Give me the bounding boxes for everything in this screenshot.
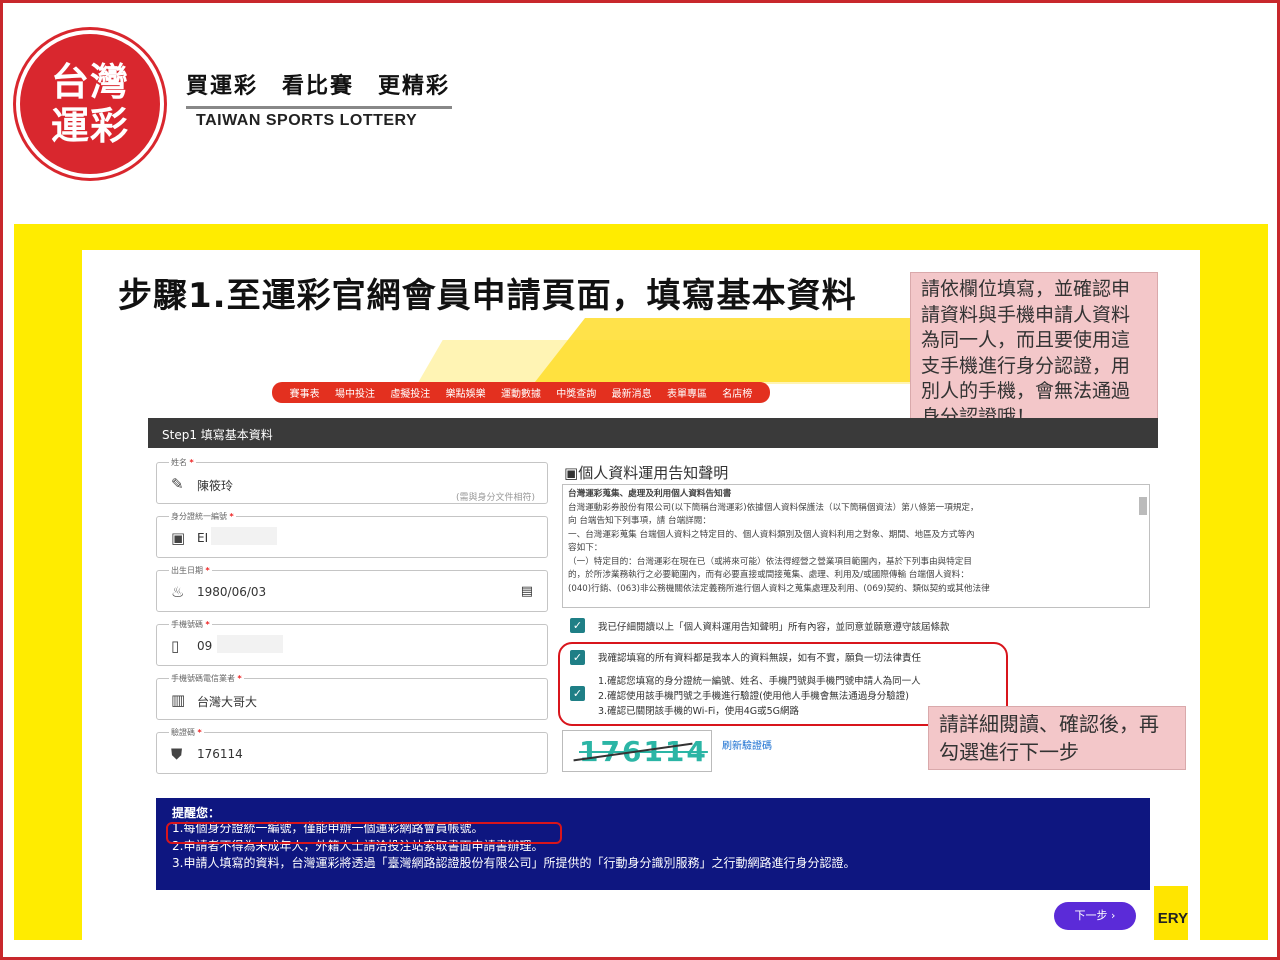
taiwan-lottery-logo: 台灣 運彩: [16, 30, 164, 178]
phone-value: 09: [197, 639, 213, 653]
phone-icon: ▯: [171, 637, 180, 655]
privacy-line: (040)行銷、(063)非公務機關依法定義務所進行個人資料之蒐集處理及利用、(…: [568, 583, 990, 594]
privacy-line: 向 台端告知下列事項，請 台端詳閱：: [568, 516, 711, 526]
privacy-line: （一）特定目的：台灣運彩在現在已（或將來可能）依法得經營之營業項目範圍內，基於下…: [568, 556, 972, 567]
pencil-icon: ✎: [171, 475, 184, 493]
reminder-title: 提醒您：: [172, 806, 221, 820]
reminder-panel: 提醒您： 1.每個身分證統一編號，僅能申辦一個運彩網路會員帳號。 2.申請者不得…: [156, 798, 1150, 890]
confirm-item: 2.確認使用該手機門號之手機進行驗證(使用他人手機會無法通過身分驗證): [598, 691, 909, 702]
logo-line-2: 運彩: [50, 103, 129, 148]
captcha-image: 176114: [562, 730, 712, 772]
field-label: 驗證碼: [171, 728, 195, 737]
carrier-field[interactable]: 手機號碼電信業者 * ▥ 台灣大哥大: [156, 673, 548, 720]
confirm-item: 3.確認已關閉該手機的Wi-Fi，使用4G或5G網路: [598, 706, 800, 717]
privacy-line: 一、台灣運彩蒐集 台端個人資料之特定目的、個人資料類別及個人資料利用之對象、期間…: [568, 529, 975, 540]
step-header-bar: Step1 填寫基本資料: [148, 418, 1158, 448]
name-value: 陳筱玲: [197, 479, 234, 493]
confirm-item: 1.確認您填寫的身分證統一編號、姓名、手機門號與手機門號申請人為同一人: [598, 676, 921, 687]
reminder-line: 3.申請人填寫的資料，台灣運彩將透過「臺灣網路認證股份有限公司」所提供的「行動身…: [172, 856, 856, 870]
privacy-line: 的，於所涉業務執行之必要範圍內，而有必要直接或間接蒐集、處理、利用及/或國際傳輸…: [568, 570, 969, 580]
highlight-box: [166, 822, 562, 844]
name-field[interactable]: 姓名 * ✎ 陳筱玲 (需與身分文件相符): [156, 457, 548, 504]
main-nav: 賽事表 場中投注 虛擬投注 樂點娛樂 運動數據 中獎查詢 最新消息 表單專區 名…: [272, 382, 770, 403]
nav-item[interactable]: 樂點娛樂: [446, 385, 486, 400]
privacy-text-box[interactable]: 台灣運彩蒐集、處理及利用個人資料告知書 台灣運動彩券股份有限公司(以下簡稱台灣運…: [562, 484, 1150, 608]
building-icon: ▥: [171, 691, 186, 709]
id-number-value: EI: [197, 531, 209, 545]
field-label: 出生日期: [171, 566, 203, 575]
slogan: 買運彩 看比賽 更精彩: [186, 68, 452, 109]
field-label: 手機號碼: [171, 620, 203, 629]
captcha-value: 176114: [197, 747, 243, 761]
id-card-icon: ▣: [171, 529, 186, 547]
slogan-english: TAIWAN SPORTS LOTTERY: [196, 112, 418, 129]
agree-privacy-label: 我已仔細閱讀以上「個人資料運用告知聲明」所有內容，並同意並願意遵守該屆條款: [598, 622, 950, 633]
corner-brand-fragment: ERY: [1154, 886, 1188, 940]
field-label: 姓名: [171, 458, 187, 467]
confirm-data-label: 我確認填寫的所有資料都是我本人的資料無誤，如有不實，願負一切法律責任: [598, 653, 922, 664]
nav-item[interactable]: 運動數據: [501, 385, 541, 400]
nav-item[interactable]: 虛擬投注: [390, 385, 430, 400]
calendar-icon[interactable]: ▤: [521, 584, 533, 599]
confirm-phone-checkbox[interactable]: ✓: [570, 686, 585, 701]
nav-item[interactable]: 場中投注: [335, 385, 375, 400]
privacy-line: 台灣運動彩券股份有限公司(以下簡稱台灣運彩)依據個人資料保護法（以下簡稱個資法）…: [568, 502, 979, 513]
nav-item[interactable]: 中獎查詢: [556, 385, 596, 400]
redaction-blur: [211, 527, 277, 545]
captcha-field[interactable]: 驗證碼 * ⛊ 176114: [156, 727, 548, 774]
redaction-blur: [217, 635, 283, 653]
privacy-line: 台灣運彩蒐集、處理及利用個人資料告知書: [568, 489, 732, 499]
next-step-button[interactable]: 下一步 ›: [1054, 902, 1136, 930]
carrier-value: 台灣大哥大: [197, 695, 258, 709]
nav-item[interactable]: 名店榜: [722, 385, 752, 400]
privacy-line: 容如下：: [568, 543, 603, 553]
name-hint: (需與身分文件相符): [455, 493, 535, 503]
step-title: 步驟1.至運彩官網會員申請頁面，填寫基本資料: [118, 276, 857, 316]
field-label: 身分證統一編號: [171, 512, 227, 521]
cake-icon: ♨: [171, 583, 185, 601]
phone-field[interactable]: 手機號碼 * ▯ 09: [156, 619, 548, 666]
confirm-data-checkbox[interactable]: ✓: [570, 650, 585, 665]
field-label: 手機號碼電信業者: [171, 674, 235, 683]
agree-privacy-checkbox[interactable]: ✓: [570, 618, 585, 633]
note-verify-phone: 請依欄位填寫，並確認申請資料與手機申請人資料為同一人，而且要使用這支手機進行身分…: [910, 272, 1158, 434]
nav-item[interactable]: 賽事表: [290, 385, 320, 400]
id-number-field[interactable]: 身分證統一編號 * ▣ EI: [156, 511, 548, 558]
note-read-confirm: 請詳細閱讀、確認後，再勾選進行下一步: [928, 706, 1186, 770]
birthdate-field[interactable]: 出生日期 * ♨ 1980/06/03 ▤: [156, 565, 548, 612]
scrollbar-thumb[interactable]: [1139, 497, 1147, 515]
shield-icon: ⛊: [171, 745, 183, 763]
refresh-captcha-link[interactable]: 刷新驗證碼: [722, 737, 772, 752]
birthdate-value: 1980/06/03: [197, 585, 267, 599]
logo-line-1: 台灣: [50, 59, 129, 104]
nav-item[interactable]: 表單專區: [667, 385, 707, 400]
privacy-title: ▣個人資料運用告知聲明: [564, 464, 729, 482]
nav-item[interactable]: 最新消息: [612, 385, 652, 400]
